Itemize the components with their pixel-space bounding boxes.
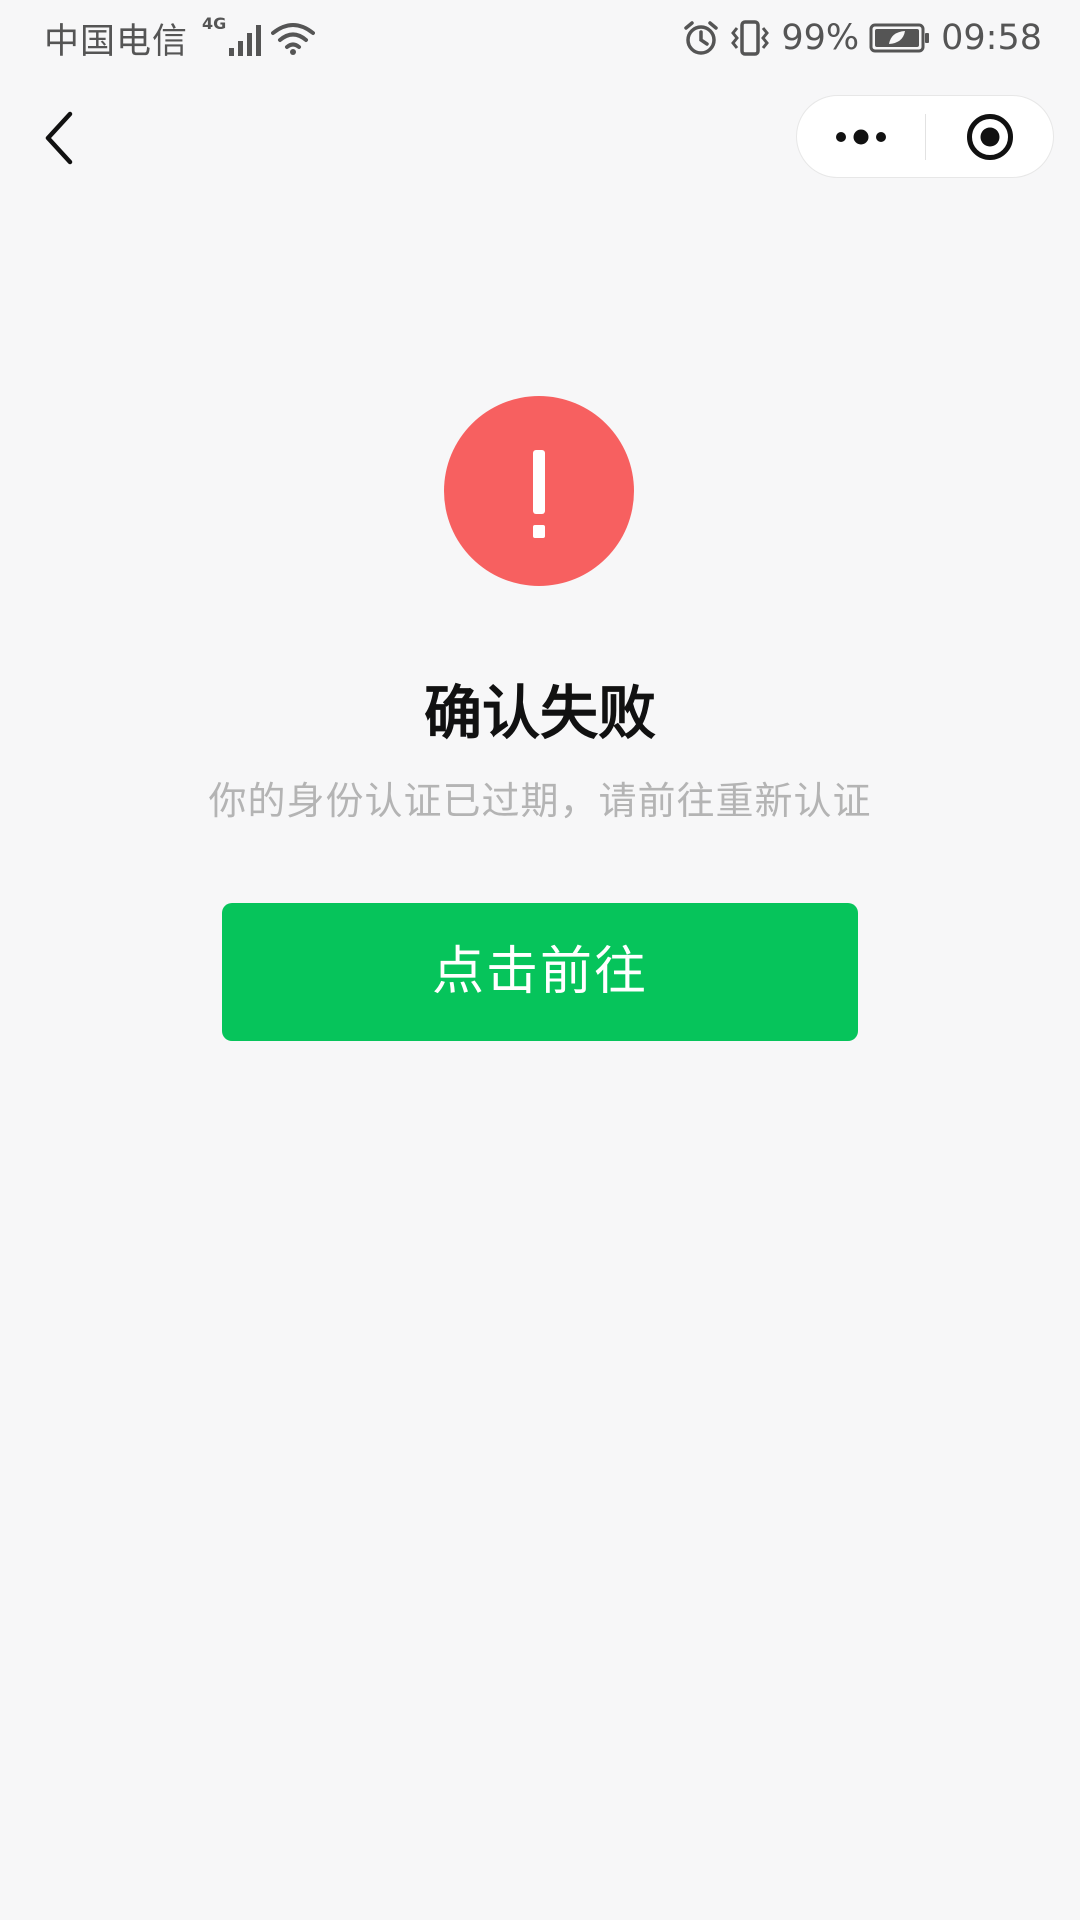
go-button[interactable]: 点击前往 <box>222 903 858 1041</box>
signal-group: 4G <box>202 14 263 56</box>
battery-percent: 99% <box>781 18 860 58</box>
target-close-icon <box>967 113 1013 160</box>
mini-program-capsule <box>796 95 1054 178</box>
result-message: 你的身份认证已过期，请前往重新认证 <box>208 779 872 823</box>
network-type: 4G <box>202 14 227 33</box>
status-bar: 中国电信 4G 99% 09:58 <box>0 0 1080 76</box>
close-program-button[interactable] <box>926 96 1054 177</box>
more-dots-icon <box>836 129 886 144</box>
chevron-left-icon <box>45 111 73 165</box>
result-title: 确认失败 <box>423 679 656 747</box>
alarm-icon <box>683 20 719 56</box>
carrier-name: 中国电信 <box>44 21 189 62</box>
vibrate-icon <box>729 20 771 56</box>
wifi-icon <box>271 21 316 55</box>
battery-icon <box>869 23 931 53</box>
signal-icon <box>229 24 263 56</box>
status-right: 99% 09:58 <box>683 14 1042 62</box>
warning-icon <box>444 396 634 586</box>
status-left: 中国电信 4G <box>44 14 316 62</box>
clock-time: 09:58 <box>941 18 1042 58</box>
more-button[interactable] <box>797 96 925 177</box>
back-button[interactable] <box>38 108 86 168</box>
